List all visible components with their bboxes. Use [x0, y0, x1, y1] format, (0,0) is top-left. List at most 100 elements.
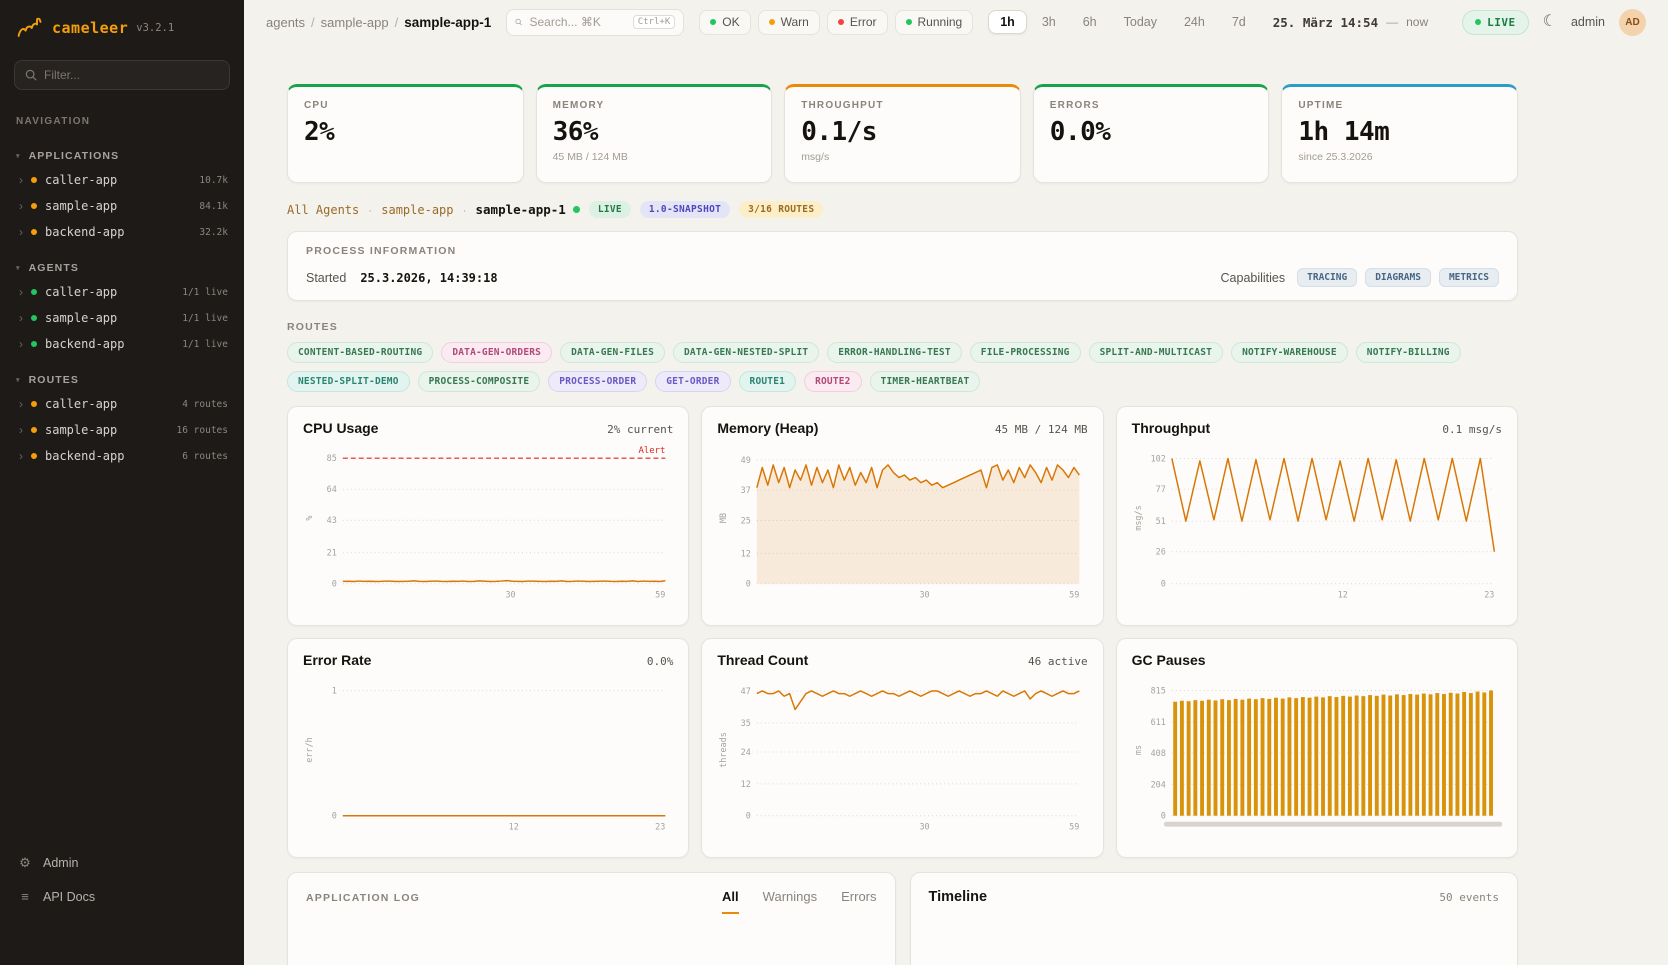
chart-title: Memory (Heap) — [717, 420, 818, 436]
route-chip-notify-warehouse[interactable]: NOTIFY-WAREHOUSE — [1231, 342, 1348, 363]
sidebar-item-backend-app[interactable]: ›backend-app32.2k — [0, 219, 244, 245]
sidebar-footer-admin[interactable]: ⚙Admin — [0, 846, 244, 880]
sidebar-item-backend-app[interactable]: ›backend-app6 routes — [0, 443, 244, 469]
svg-text:ms: ms — [1133, 745, 1143, 755]
chart-plot: 01err/h1223 — [303, 670, 673, 838]
log-header: APPLICATION LOG AllWarningsErrors — [306, 889, 877, 914]
sidebar-group-applications: ▾APPLICATIONS›caller-app10.7k›sample-app… — [0, 145, 244, 245]
item-badge: 10.7k — [199, 175, 228, 186]
sidebar-group-header[interactable]: ▾ APPLICATIONS — [0, 145, 244, 167]
route-chip-process-composite[interactable]: PROCESS-COMPOSITE — [418, 371, 541, 392]
process-info-row: Started 25.3.2026, 14:39:18 Capabilities… — [306, 268, 1499, 287]
live-status-badge[interactable]: LIVE — [1462, 10, 1529, 35]
process-information-panel: PROCESS INFORMATION Started 25.3.2026, 1… — [287, 231, 1518, 301]
chart-header: Thread Count46 active — [717, 652, 1087, 668]
item-badge: 1/1 live — [182, 287, 228, 298]
stat-card-cpu: CPU2% — [287, 84, 524, 183]
route-chip-route1[interactable]: ROUTE1 — [739, 371, 797, 392]
route-chip-data-gen-nested-split[interactable]: DATA-GEN-NESTED-SPLIT — [673, 342, 819, 363]
chart-current-value: 45 MB / 124 MB — [995, 423, 1088, 436]
datetime-now-label: now — [1406, 15, 1428, 29]
breadcrumb-item-sample-app[interactable]: sample-app — [321, 15, 389, 30]
route-chip-error-handling-test[interactable]: ERROR-HANDLING-TEST — [827, 342, 961, 363]
item-badge: 84.1k — [199, 201, 228, 212]
sidebar-item-caller-app[interactable]: ›caller-app4 routes — [0, 391, 244, 417]
svg-text:30: 30 — [505, 590, 515, 600]
logo[interactable]: cameleer v3.2.1 — [0, 0, 244, 48]
range-button-6h[interactable]: 6h — [1071, 10, 1109, 34]
route-chip-split-and-multicast[interactable]: SPLIT-AND-MULTICAST — [1089, 342, 1223, 363]
stat-sub: msg/s — [801, 151, 1004, 163]
agent-badge-1-0-snapshot: 1.0-SNAPSHOT — [640, 201, 730, 218]
global-search: Ctrl+K — [506, 9, 684, 36]
item-name: sample-app — [45, 311, 117, 325]
range-button-7d[interactable]: 7d — [1220, 10, 1258, 34]
svg-text:102: 102 — [1150, 453, 1165, 463]
status-dot-icon — [31, 341, 37, 347]
datetime-display[interactable]: 25. März 14:54 — now — [1273, 15, 1428, 30]
stat-value: 1h 14m — [1298, 117, 1501, 147]
route-chip-route2[interactable]: ROUTE2 — [804, 371, 862, 392]
filter-label: Warn — [781, 15, 809, 29]
route-chip-timer-heartbeat[interactable]: TIMER-HEARTBEAT — [870, 371, 981, 392]
chevron-right-icon: › — [19, 338, 23, 350]
svg-text:23: 23 — [655, 822, 665, 832]
route-chip-data-gen-files[interactable]: DATA-GEN-FILES — [560, 342, 665, 363]
sidebar-item-caller-app[interactable]: ›caller-app10.7k — [0, 167, 244, 193]
group-label: ROUTES — [29, 374, 79, 386]
route-chip-process-order[interactable]: PROCESS-ORDER — [548, 371, 647, 392]
agent-crumb-sample-app[interactable]: sample-app — [381, 203, 453, 217]
agent-crumb-all-agents[interactable]: All Agents — [287, 203, 359, 217]
search-input[interactable] — [529, 15, 625, 29]
svg-text:%: % — [304, 515, 314, 520]
route-chip-nested-split-demo[interactable]: NESTED-SPLIT-DEMO — [287, 371, 410, 392]
route-chip-content-based-routing[interactable]: CONTENT-BASED-ROUTING — [287, 342, 433, 363]
stat-label: THROUGHPUT — [801, 100, 1004, 111]
item-name: sample-app — [45, 199, 117, 213]
chart-title: CPU Usage — [303, 420, 378, 436]
chart-header: Throughput0.1 msg/s — [1132, 420, 1502, 436]
log-tab-all[interactable]: All — [722, 889, 739, 914]
range-button-24h[interactable]: 24h — [1172, 10, 1217, 34]
route-chip-get-order[interactable]: GET-ORDER — [655, 371, 730, 392]
route-chip-notify-billing[interactable]: NOTIFY-BILLING — [1356, 342, 1461, 363]
svg-text:43: 43 — [327, 515, 337, 525]
chart-card-memory-heap-: Memory (Heap)45 MB / 124 MB012253749MB30… — [701, 406, 1103, 626]
log-tab-errors[interactable]: Errors — [841, 889, 876, 914]
group-label: APPLICATIONS — [29, 150, 120, 162]
item-name: backend-app — [45, 337, 124, 351]
item-badge: 16 routes — [177, 425, 228, 436]
svg-text:msg/s: msg/s — [1133, 505, 1143, 530]
status-filter-running[interactable]: Running — [895, 10, 974, 35]
stat-card-uptime: UPTIME1h 14msince 25.3.2026 — [1281, 84, 1518, 183]
status-filter-warn[interactable]: Warn — [758, 10, 820, 35]
sidebar-item-backend-app[interactable]: ›backend-app1/1 live — [0, 331, 244, 357]
sidebar-item-caller-app[interactable]: ›caller-app1/1 live — [0, 279, 244, 305]
sidebar-item-sample-app[interactable]: ›sample-app84.1k — [0, 193, 244, 219]
status-dot-icon — [31, 289, 37, 295]
dark-mode-toggle-moon-icon[interactable]: ☾ — [1543, 14, 1557, 30]
svg-text:85: 85 — [327, 453, 337, 463]
sidebar-filter-input[interactable] — [44, 68, 219, 82]
range-button-3h[interactable]: 3h — [1030, 10, 1068, 34]
status-filter-ok[interactable]: OK — [699, 10, 750, 35]
sidebar-item-sample-app[interactable]: ›sample-app1/1 live — [0, 305, 244, 331]
item-name: caller-app — [45, 285, 117, 299]
svg-text:47: 47 — [741, 686, 751, 696]
sidebar-group-header[interactable]: ▾AGENTS — [0, 257, 244, 279]
route-chip-file-processing[interactable]: FILE-PROCESSING — [970, 342, 1081, 363]
sidebar-footer-api-docs[interactable]: ≡API Docs — [0, 880, 244, 913]
route-chip-data-gen-orders[interactable]: DATA-GEN-ORDERS — [441, 342, 552, 363]
sidebar-group-header[interactable]: ▾ROUTES — [0, 369, 244, 391]
avatar[interactable]: AD — [1619, 9, 1646, 36]
sidebar-item-sample-app[interactable]: ›sample-app16 routes — [0, 417, 244, 443]
collapse-caret-icon: ▾ — [16, 152, 21, 160]
live-label: LIVE — [1487, 16, 1516, 29]
stat-card-throughput: THROUGHPUT0.1/smsg/s — [784, 84, 1021, 183]
status-filter-error[interactable]: Error — [827, 10, 888, 35]
range-button-1h[interactable]: 1h — [988, 10, 1027, 34]
started-label: Started — [306, 271, 346, 285]
log-tab-warnings[interactable]: Warnings — [763, 889, 817, 914]
range-button-today[interactable]: Today — [1112, 10, 1169, 34]
breadcrumb-item-agents[interactable]: agents — [266, 15, 305, 30]
